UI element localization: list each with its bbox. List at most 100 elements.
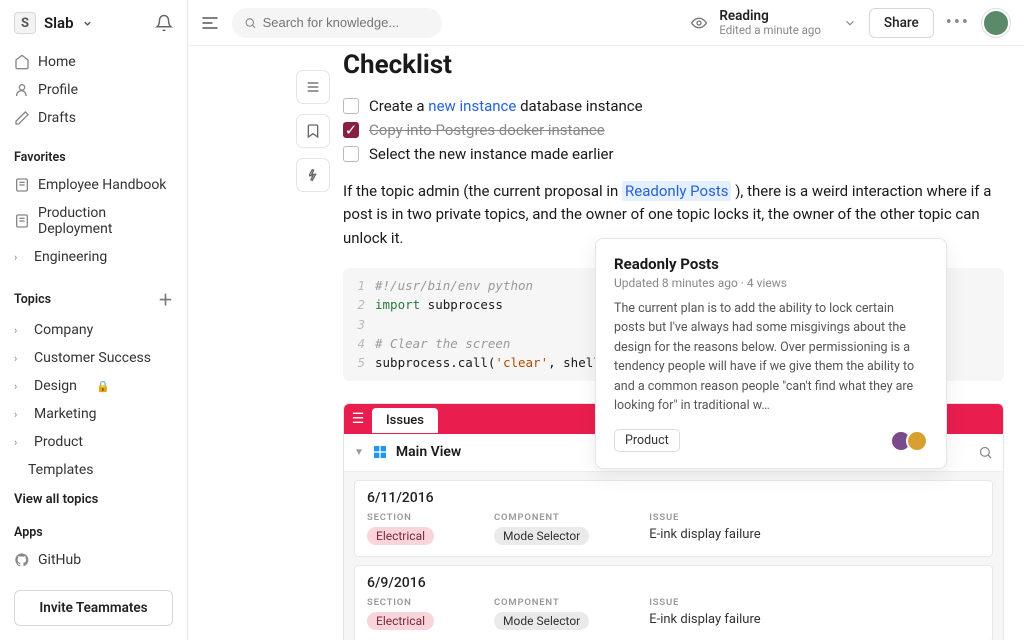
checkbox-checked[interactable]: ✓ (343, 122, 359, 138)
checklist-item[interactable]: ✓ Copy into Postgres docker instance (343, 118, 1004, 142)
search-icon (978, 445, 993, 460)
workspace-logo: S (14, 12, 36, 34)
view-all-topics[interactable]: View all topics (14, 492, 173, 507)
issue-text: E-ink display failure (649, 612, 760, 627)
app-github[interactable]: GitHub (14, 546, 173, 574)
workspace-switcher[interactable]: S Slab (14, 12, 93, 34)
nav-home[interactable]: Home (14, 48, 173, 76)
bookmark-icon (305, 123, 321, 139)
issue-card[interactable]: 6/9/2016 SECTIONElectrical COMPONENTMode… (354, 565, 993, 640)
github-icon (14, 552, 30, 568)
embed-menu-button[interactable]: ☰ (344, 404, 372, 434)
nav-label: Drafts (38, 110, 76, 126)
embed-view-name[interactable]: Main View (396, 444, 461, 460)
chevron-right-icon: › (14, 352, 26, 365)
hamburger-button[interactable] (200, 13, 220, 33)
avatar (906, 430, 928, 452)
checklist-item[interactable]: Create a new instance database instance (343, 94, 1004, 118)
topbar: Reading Edited a minute ago Share ••• (188, 0, 1024, 46)
chevron-right-icon: › (14, 408, 26, 421)
lock-icon: 🔒 (96, 380, 110, 393)
pencil-icon (14, 110, 30, 126)
outline-button[interactable] (296, 70, 330, 104)
share-button[interactable]: Share (869, 8, 934, 38)
preview-contributors (896, 430, 928, 452)
chevron-down-icon[interactable] (843, 16, 857, 30)
doc-title: Checklist (343, 50, 1004, 80)
wave-icon (305, 167, 321, 183)
bell-icon (155, 14, 173, 32)
topic-item[interactable]: ›Product (14, 428, 173, 456)
preview-body: The current plan is to add the ability t… (614, 299, 928, 415)
main: Reading Edited a minute ago Share ••• Ch… (188, 0, 1024, 640)
document-icon (14, 177, 30, 193)
nav-label: Profile (38, 82, 78, 98)
issue-text: E-ink display failure (649, 527, 760, 542)
apps-heading: Apps (14, 525, 173, 540)
issue-date: 6/9/2016 (367, 575, 980, 591)
inline-link[interactable]: new instance (428, 97, 516, 115)
checkbox[interactable] (343, 98, 359, 114)
sidebar: S Slab Home Profile Drafts Favorites Emp… (0, 0, 188, 640)
section-pill: Electrical (367, 612, 434, 630)
checkbox[interactable] (343, 146, 359, 162)
checklist-item[interactable]: Select the new instance made earlier (343, 142, 1004, 166)
list-icon (305, 79, 321, 95)
chevron-down-icon (82, 18, 93, 29)
component-pill: Mode Selector (494, 612, 589, 630)
doc-status[interactable]: Reading Edited a minute ago (719, 8, 821, 38)
favorite-item[interactable]: Employee Handbook (14, 171, 173, 199)
chevron-right-icon: › (14, 324, 26, 337)
menu-icon (200, 13, 220, 33)
nav-label: Home (38, 54, 76, 70)
search-box[interactable] (232, 8, 442, 38)
topics-heading: Topics ＋ (14, 289, 173, 310)
topic-item[interactable]: ›Customer Success (14, 344, 173, 372)
favorites-heading: Favorites (14, 150, 173, 165)
embed-tab[interactable]: Issues (372, 408, 438, 433)
document-icon (14, 213, 30, 229)
search-icon (244, 16, 257, 30)
grid-icon (372, 444, 388, 460)
invite-teammates-button[interactable]: Invite Teammates (14, 590, 173, 626)
topic-item[interactable]: ›Company (14, 316, 173, 344)
preview-meta: Updated 8 minutes ago · 4 views (614, 276, 928, 290)
user-avatar[interactable] (982, 9, 1010, 37)
topic-item[interactable]: ›Design 🔒 (14, 372, 173, 400)
app-label: GitHub (38, 552, 81, 568)
favorite-label: Employee Handbook (38, 177, 166, 193)
bookmark-button[interactable] (296, 114, 330, 148)
favorite-label: Production Deployment (38, 205, 173, 237)
triangle-down-icon[interactable]: ▼ (354, 447, 364, 458)
nav-drafts[interactable]: Drafts (14, 104, 173, 132)
preview-title: Readonly Posts (614, 255, 928, 273)
issue-date: 6/11/2016 (367, 490, 980, 506)
section-pill: Electrical (367, 527, 434, 545)
more-button[interactable]: ••• (946, 12, 970, 33)
search-input[interactable] (263, 15, 430, 30)
favorite-label: Engineering (34, 249, 107, 265)
preview-topic-tag[interactable]: Product (614, 429, 680, 452)
embed-search-button[interactable] (978, 445, 993, 460)
reactions-button[interactable] (296, 158, 330, 192)
eye-icon (691, 15, 707, 31)
nav-profile[interactable]: Profile (14, 76, 173, 104)
issues-list[interactable]: 6/11/2016 SECTIONElectrical COMPONENTMod… (344, 472, 1003, 640)
favorite-item[interactable]: Production Deployment (14, 199, 173, 243)
issue-card[interactable]: 6/11/2016 SECTIONElectrical COMPONENTMod… (354, 480, 993, 557)
add-topic-button[interactable]: ＋ (158, 289, 173, 310)
chevron-right-icon: › (14, 436, 26, 449)
topic-subitem[interactable]: Templates (14, 456, 173, 484)
chevron-right-icon: › (14, 251, 26, 264)
doc-rail (296, 70, 330, 192)
topic-item[interactable]: ›Marketing (14, 400, 173, 428)
workspace-name: Slab (44, 14, 74, 32)
chevron-right-icon: › (14, 380, 26, 393)
home-icon (14, 54, 30, 70)
notifications-button[interactable] (155, 14, 173, 32)
user-icon (14, 82, 30, 98)
favorite-item[interactable]: › Engineering (14, 243, 173, 271)
component-pill: Mode Selector (494, 527, 589, 545)
post-mention[interactable]: Readonly Posts (622, 181, 731, 201)
post-preview-card: Readonly Posts Updated 8 minutes ago · 4… (595, 238, 947, 469)
